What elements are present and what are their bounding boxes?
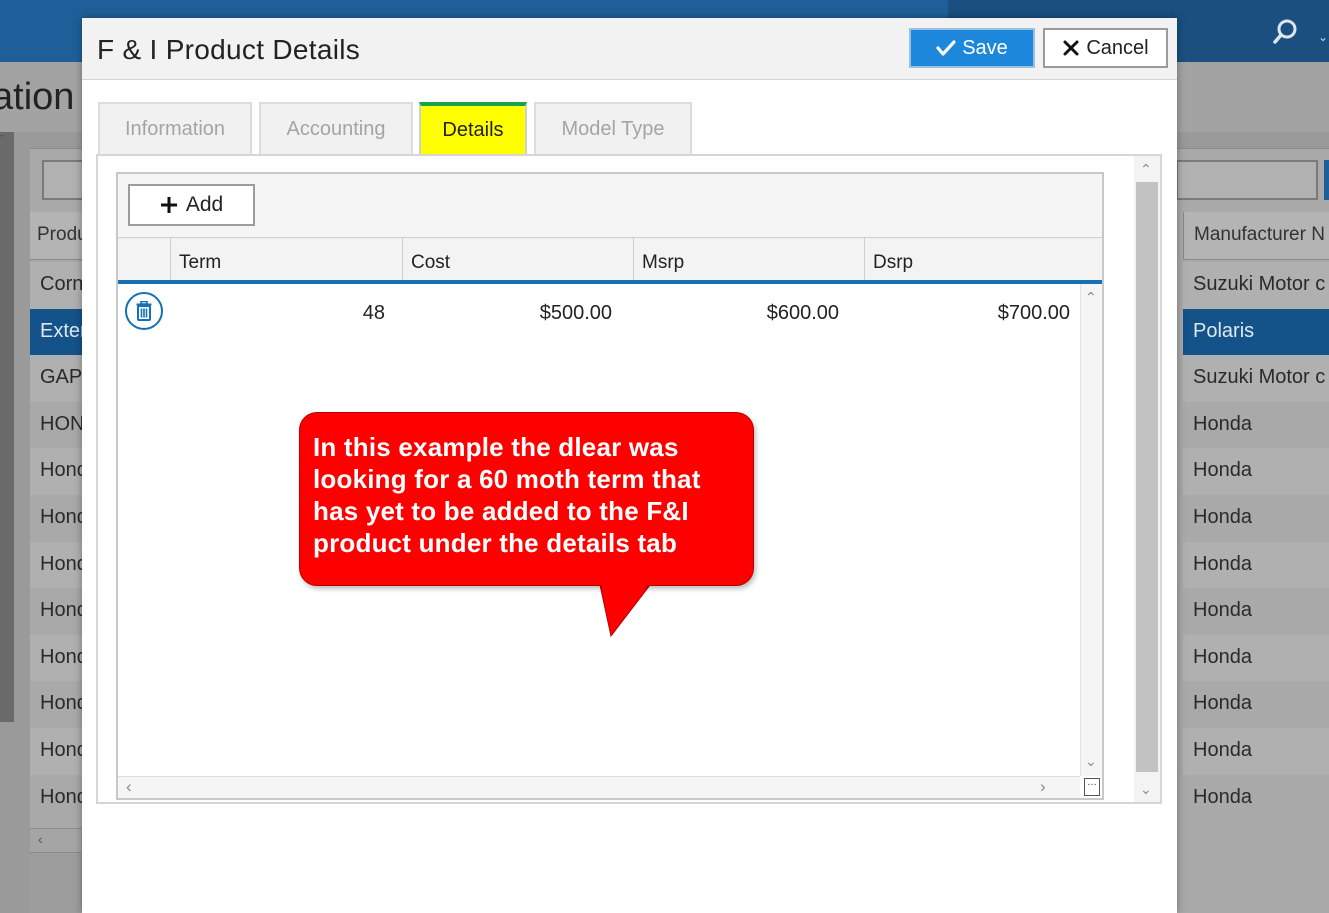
table-row[interactable]: Suzuki Motor c (1183, 355, 1329, 402)
column-header-cost[interactable]: Cost (402, 238, 633, 280)
table-row[interactable]: Honda (1183, 727, 1329, 775)
table-row-selected[interactable]: Polaris (1183, 308, 1329, 356)
background-manufacturer-column: Suzuki Motor c Polaris Suzuki Motor c Ho… (1183, 262, 1329, 821)
column-header-dsrp[interactable]: Dsrp (864, 238, 1102, 280)
callout-line: In this example the dlear was (313, 432, 679, 462)
page-title: ation (0, 76, 75, 118)
trash-icon (136, 301, 152, 321)
callout-line: looking for a 60 moth term that (313, 464, 701, 494)
table-row[interactable]: Honda (1183, 775, 1329, 822)
add-button-label: Add (185, 193, 224, 216)
table-row[interactable]: Honda (1183, 634, 1329, 682)
background-toolbar-button[interactable] (42, 160, 84, 200)
table-row[interactable]: Hond (30, 775, 82, 822)
side-scrollbar[interactable] (0, 132, 14, 722)
callout-line: product under the details tab (313, 528, 678, 558)
table-row[interactable]: Hond (30, 727, 82, 775)
grid-toolbar: Add (118, 174, 1102, 238)
table-row[interactable]: Hond (30, 681, 82, 728)
annotation-callout: In this example the dlear was looking fo… (299, 412, 754, 586)
column-header-actions (118, 238, 170, 280)
chevron-up-icon: ˆ (0, 134, 4, 146)
tab-model-type[interactable]: Model Type (534, 102, 692, 154)
table-row[interactable]: Hond (30, 541, 82, 589)
table-row[interactable]: 48 $500.00 $600.00 $700.00 (118, 284, 1080, 344)
chevron-right-icon[interactable]: › (1040, 778, 1046, 795)
background-filter-input[interactable] (1176, 160, 1318, 200)
table-row[interactable]: Honda (1183, 588, 1329, 635)
column-header-manufacturer[interactable]: Manufacturer N (1183, 212, 1329, 260)
column-header-term[interactable]: Term (170, 238, 402, 280)
plus-icon (160, 196, 178, 214)
chevron-down-icon[interactable]: ⌄ (1085, 754, 1097, 768)
chevron-up-icon[interactable]: ⌃ (1140, 162, 1152, 176)
cell-term: 48 (362, 302, 385, 324)
save-button-label: Save (962, 36, 1008, 59)
cell-cost: $500.00 (539, 302, 612, 324)
dialog-title: F & I Product Details (97, 34, 361, 65)
delete-row-button[interactable] (125, 292, 163, 330)
cell-msrp: $600.00 (766, 302, 839, 324)
background-horizontal-scrollbar[interactable]: ‹ (30, 828, 82, 852)
table-row[interactable]: Suzuki Motor c (1183, 262, 1329, 309)
search-icon[interactable] (1272, 18, 1300, 46)
table-row[interactable]: GAP (30, 355, 82, 402)
background-product-column: Corn Exter GAP HON Hond Hond Hond Hond H… (30, 262, 82, 821)
table-row[interactable]: Hond (30, 588, 82, 635)
table-row[interactable]: Honda (1183, 495, 1329, 542)
table-row[interactable]: Corn (30, 262, 82, 309)
background-footer (30, 852, 82, 913)
cancel-button[interactable]: Cancel (1043, 28, 1168, 68)
grid-horizontal-scrollbar[interactable]: ‹ › (118, 776, 1080, 798)
column-header-product[interactable]: Produ (30, 212, 82, 260)
background-action-button[interactable] (1324, 160, 1329, 200)
add-button[interactable]: Add (128, 184, 255, 226)
table-row[interactable]: Hond (30, 634, 82, 682)
table-row[interactable]: Honda (1183, 448, 1329, 495)
chevron-left-icon[interactable]: ‹ (126, 778, 132, 795)
cancel-button-label: Cancel (1086, 36, 1149, 59)
chevron-up-icon[interactable]: ⌃ (1085, 290, 1097, 304)
table-row-selected[interactable]: Exter (30, 308, 82, 356)
callout-line: has yet to be added to the F&I (313, 496, 689, 526)
grid-vertical-scrollbar[interactable]: ⌃ ⌄ (1080, 284, 1102, 776)
resize-grip-icon[interactable]: … (1084, 778, 1100, 796)
table-row[interactable]: Honda (1183, 541, 1329, 589)
save-button[interactable]: Save (909, 28, 1035, 68)
table-row[interactable]: Honda (1183, 402, 1329, 449)
tab-details[interactable]: Details (419, 102, 527, 154)
table-row[interactable]: HON (30, 402, 82, 449)
checkmark-icon (936, 39, 956, 57)
column-header-msrp[interactable]: Msrp (633, 238, 864, 280)
close-icon (1062, 39, 1080, 57)
grid-header: Term Cost Msrp Dsrp (118, 238, 1102, 284)
table-row[interactable]: Hond (30, 495, 82, 542)
dialog-header: F & I Product Details Save Cancel (82, 18, 1177, 80)
panel-vertical-scrollbar[interactable]: ⌃ ⌄ (1134, 156, 1160, 802)
panel-scroll-thumb[interactable] (1136, 182, 1158, 772)
chevron-down-icon[interactable]: ⌄ (1318, 30, 1329, 44)
chevron-down-icon[interactable]: ⌄ (1140, 782, 1152, 796)
cell-dsrp: $700.00 (997, 302, 1070, 324)
tab-information[interactable]: Information (98, 102, 252, 154)
table-row[interactable]: Hond (30, 448, 82, 495)
tab-accounting[interactable]: Accounting (259, 102, 413, 154)
table-row[interactable]: Honda (1183, 681, 1329, 728)
